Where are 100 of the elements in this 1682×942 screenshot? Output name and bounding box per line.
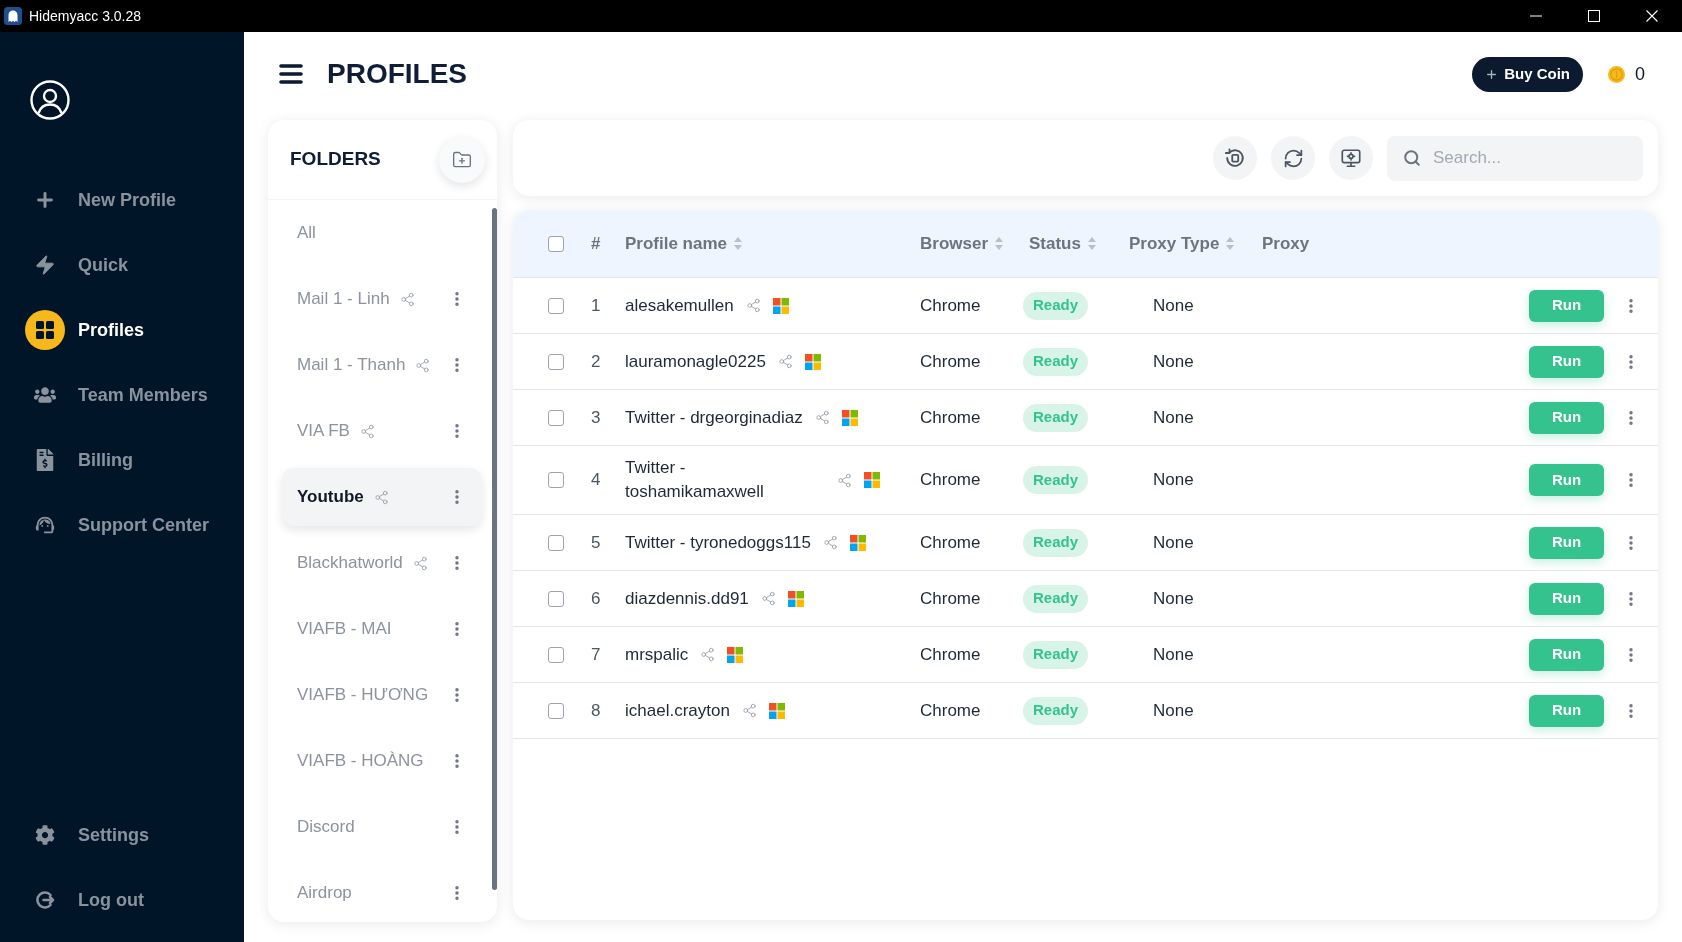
menu-icon[interactable] (279, 63, 303, 85)
monitor-gear-icon (1340, 147, 1362, 169)
run-button[interactable]: Run (1529, 582, 1604, 615)
windows-logo-icon (864, 472, 880, 488)
refresh-button[interactable] (1271, 136, 1315, 180)
windows-logo-icon (849, 534, 866, 551)
folder-item[interactable]: Mail 1 - Linh (282, 270, 482, 328)
folders-title: FOLDERS (290, 147, 381, 172)
search-field[interactable]: Search... (1387, 135, 1643, 181)
monitor-settings-button[interactable] (1329, 136, 1373, 180)
status-badge: Ready (1023, 403, 1089, 432)
windows-logo-icon (727, 646, 744, 663)
row-number: 7 (591, 644, 601, 664)
folder-item[interactable]: Discord (282, 798, 482, 856)
column-header[interactable]: Status (1029, 230, 1081, 257)
browser-name: Chrome (920, 700, 981, 720)
row-checkbox[interactable] (548, 472, 564, 488)
proxy-type: None (1153, 407, 1194, 427)
team-icon (34, 384, 56, 406)
nav-item[interactable]: Quick (25, 241, 129, 289)
restore-button[interactable] (1213, 136, 1257, 180)
run-button[interactable]: Run (1529, 345, 1604, 378)
run-button[interactable]: Run (1529, 464, 1604, 496)
profile-name: lauramonagle0225 (625, 350, 766, 373)
nav-item[interactable]: New Profile (25, 176, 177, 224)
row-checkbox[interactable] (548, 646, 564, 663)
nav-item[interactable]: Settings (25, 811, 149, 859)
nav-item[interactable]: Support Center (25, 501, 209, 549)
proxy-type: None (1153, 588, 1194, 608)
run-button[interactable]: Run (1529, 638, 1604, 671)
select-all-checkbox[interactable] (548, 235, 564, 252)
row-checkbox[interactable] (548, 534, 564, 551)
status-badge: Ready (1023, 291, 1089, 320)
profile-name: ichael.crayton (625, 699, 730, 722)
folder-item[interactable]: Mail 1 - Thanh (282, 336, 482, 394)
folder-item[interactable]: All (282, 204, 482, 262)
browser-name: Chrome (920, 644, 981, 664)
row-checkbox[interactable] (548, 297, 564, 314)
row-number: 8 (591, 700, 601, 720)
folder-item[interactable]: VIA FB (282, 402, 482, 460)
proxy-type: None (1153, 700, 1194, 720)
maximize-icon[interactable] (1588, 10, 1600, 22)
row-checkbox[interactable] (548, 702, 564, 719)
window-title: Hidemyacc 3.0.28 (29, 6, 142, 26)
invoice-icon (34, 449, 56, 471)
plus-icon (1485, 67, 1499, 81)
nav-item[interactable]: Team Members (25, 371, 208, 419)
grid-icon (25, 310, 65, 350)
buy-coin-button[interactable]: Buy Coin (1472, 56, 1583, 92)
close-icon[interactable] (1646, 10, 1658, 22)
folder-item[interactable]: Airdrop (282, 864, 482, 922)
column-header[interactable]: Proxy Type (1129, 230, 1220, 257)
status-badge: Ready (1023, 528, 1089, 557)
row-number: 1 (591, 295, 601, 315)
user-avatar-icon[interactable] (30, 80, 70, 120)
status-badge: Ready (1023, 347, 1089, 376)
nav-item[interactable]: Profiles (25, 306, 145, 354)
row-number: 4 (591, 470, 601, 490)
browser-name: Chrome (920, 351, 981, 371)
run-button[interactable]: Run (1529, 694, 1604, 727)
add-folder-button[interactable] (439, 136, 485, 183)
proxy-type: None (1153, 532, 1194, 552)
windows-logo-icon (772, 297, 789, 314)
row-number: 5 (591, 532, 601, 552)
folder-item[interactable]: VIAFB - MAI (282, 600, 482, 658)
row-number: 2 (591, 351, 601, 371)
restore-icon (1224, 147, 1246, 169)
scrollbar[interactable] (492, 208, 497, 890)
browser-name: Chrome (920, 470, 981, 490)
folder-item[interactable]: VIAFB - HƯƠNG (282, 666, 482, 724)
folder-item[interactable]: VIAFB - HOÀNG (282, 732, 482, 790)
column-header[interactable]: Profile name (625, 230, 728, 257)
run-button[interactable]: Run (1529, 289, 1604, 322)
profile-name: Twitter - drgeorginadiaz (625, 406, 803, 429)
coin-icon (1608, 65, 1625, 83)
headset-icon (34, 514, 56, 536)
profile-name: diazdennis.dd91 (625, 587, 749, 610)
run-button[interactable]: Run (1529, 401, 1604, 434)
nav-item[interactable]: Billing (25, 436, 133, 484)
logout-icon (35, 890, 55, 910)
nav-item[interactable]: Log out (25, 876, 144, 924)
browser-name: Chrome (920, 407, 981, 427)
folder-item[interactable]: Blackhatworld (282, 534, 482, 592)
lightning-icon (34, 254, 56, 276)
row-checkbox[interactable] (548, 590, 564, 607)
windows-logo-icon (841, 409, 858, 426)
column-header[interactable]: Browser (920, 230, 989, 257)
folder-item[interactable]: Youtube (282, 468, 482, 526)
run-button[interactable]: Run (1529, 526, 1604, 559)
status-badge: Ready (1023, 696, 1089, 725)
browser-name: Chrome (920, 532, 981, 552)
gear-icon (35, 825, 55, 845)
row-checkbox[interactable] (548, 353, 564, 370)
status-badge: Ready (1023, 640, 1089, 669)
windows-logo-icon (787, 590, 804, 607)
profile-name: mrspalic (625, 643, 689, 666)
status-badge: Ready (1023, 466, 1089, 494)
row-checkbox[interactable] (548, 409, 564, 426)
app-logo-icon (4, 7, 22, 25)
coin-balance: 0 (1635, 62, 1645, 86)
